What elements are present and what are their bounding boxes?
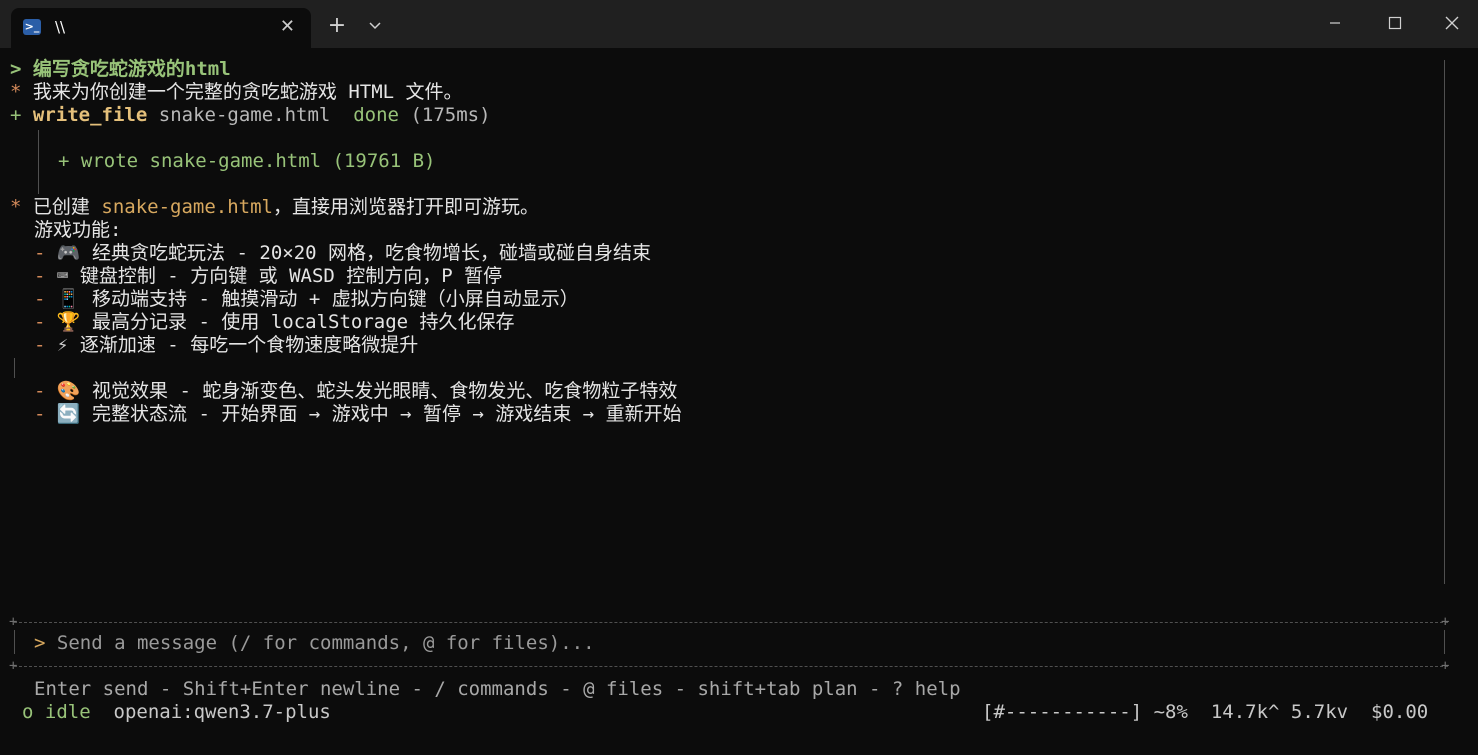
cost: $0.00: [1371, 701, 1429, 723]
terminal-window: >_ \\ ✕ + > 编写贪吃蛇游戏的html * 我来为你创建一个完整的贪吃…: [0, 0, 1478, 755]
user-message: > 编写贪吃蛇游戏的html: [10, 58, 231, 80]
file-name: snake-game.html: [101, 196, 273, 218]
list-item: - 🏆 最高分记录 - 使用 localStorage 持久化保存: [34, 311, 515, 333]
user-prompt-text: 编写贪吃蛇游戏的html: [32, 58, 231, 80]
mobile-phone-icon: 📱: [56, 288, 81, 310]
tool-duration: (175ms): [410, 104, 491, 126]
new-tab-button[interactable]: +: [324, 13, 350, 39]
list-item: - 🔄 完整状态流 - 开始界面 → 游戏中 → 暂停 → 游戏结束 → 重新开…: [34, 403, 682, 425]
left-gutter-line: [14, 358, 15, 378]
tab-title: \\: [55, 18, 66, 36]
maximize-icon[interactable]: [1380, 10, 1410, 36]
palette-icon: 🎨: [56, 380, 81, 402]
input-bottom-rule: [14, 666, 1448, 667]
tab-close-icon[interactable]: ✕: [280, 17, 295, 37]
trophy-icon: 🏆: [56, 311, 81, 333]
status-right: [#-----------] ~8% 14.7k^ 5.7kv $0.00: [982, 701, 1428, 724]
title-bar: >_ \\ ✕ +: [0, 0, 1478, 48]
input-top-rule: [14, 622, 1448, 623]
context-bar: [#-----------]: [982, 701, 1143, 723]
right-gutter-line: [1444, 60, 1445, 584]
assistant-intro: * 我来为你创建一个完整的贪吃蛇游戏 HTML 文件。: [10, 81, 463, 103]
list-item: - 📱 移动端支持 - 触摸滑动 + 虚拟方向键（小屏自动显示）: [34, 288, 579, 310]
tool-status: done: [353, 104, 399, 126]
game-controller-icon: 🎮: [56, 242, 81, 264]
features-heading: 游戏功能:: [34, 219, 122, 241]
list-item: - ⌨ 键盘控制 - 方向键 或 WASD 控制方向，P 暂停: [34, 265, 503, 287]
tool-call-line: + write_file snake-game.html done (175ms…: [10, 104, 491, 126]
list-item: - 🎮 经典贪吃蛇玩法 - 20×20 网格，吃食物增长，碰墙或碰自身结束: [34, 242, 652, 264]
assistant-summary: * 已创建 snake-game.html，直接用浏览器打开即可游玩。: [10, 196, 539, 218]
lightning-icon: ⚡: [56, 334, 69, 356]
model-name: openai:qwen3.7-plus: [113, 701, 331, 723]
keyboard-help: Enter send - Shift+Enter newline - / com…: [34, 678, 961, 700]
tool-arg: snake-game.html: [158, 104, 331, 126]
list-item: - 🎨 视觉效果 - 蛇身渐变色、蛇头发光眼睛、食物发光、吃食物粒子特效: [34, 380, 678, 402]
refresh-icon: 🔄: [56, 403, 81, 425]
keyboard-icon: ⌨: [56, 265, 69, 287]
message-input-placeholder: Send a message (/ for commands, @ for fi…: [56, 632, 595, 654]
tokens-in: 14.7k^: [1210, 701, 1280, 723]
powershell-icon: >_: [23, 19, 41, 35]
tool-result: + wrote snake-game.html (19761 B): [58, 150, 436, 172]
close-window-icon[interactable]: [1437, 10, 1467, 36]
minimize-icon[interactable]: [1320, 10, 1350, 36]
terminal-output: > 编写贪吃蛇游戏的html * 我来为你创建一个完整的贪吃蛇游戏 HTML 文…: [9, 58, 1450, 724]
tokens-out: 5.7kv: [1290, 701, 1349, 723]
list-item: - ⚡ 逐渐加速 - 每吃一个食物速度略微提升: [34, 334, 419, 356]
tool-name: write_file: [32, 104, 148, 126]
tool-result-bar: [38, 130, 39, 194]
status-left: o idle openai:qwen3.7-plus: [22, 701, 331, 724]
tab-dropdown-chevron-icon[interactable]: [364, 14, 386, 36]
context-percent: ~8%: [1153, 701, 1188, 723]
message-input[interactable]: > Send a message (/ for commands, @ for …: [34, 632, 595, 655]
terminal-tab[interactable]: >_ \\ ✕: [11, 8, 311, 48]
idle-status: o idle: [22, 701, 91, 723]
